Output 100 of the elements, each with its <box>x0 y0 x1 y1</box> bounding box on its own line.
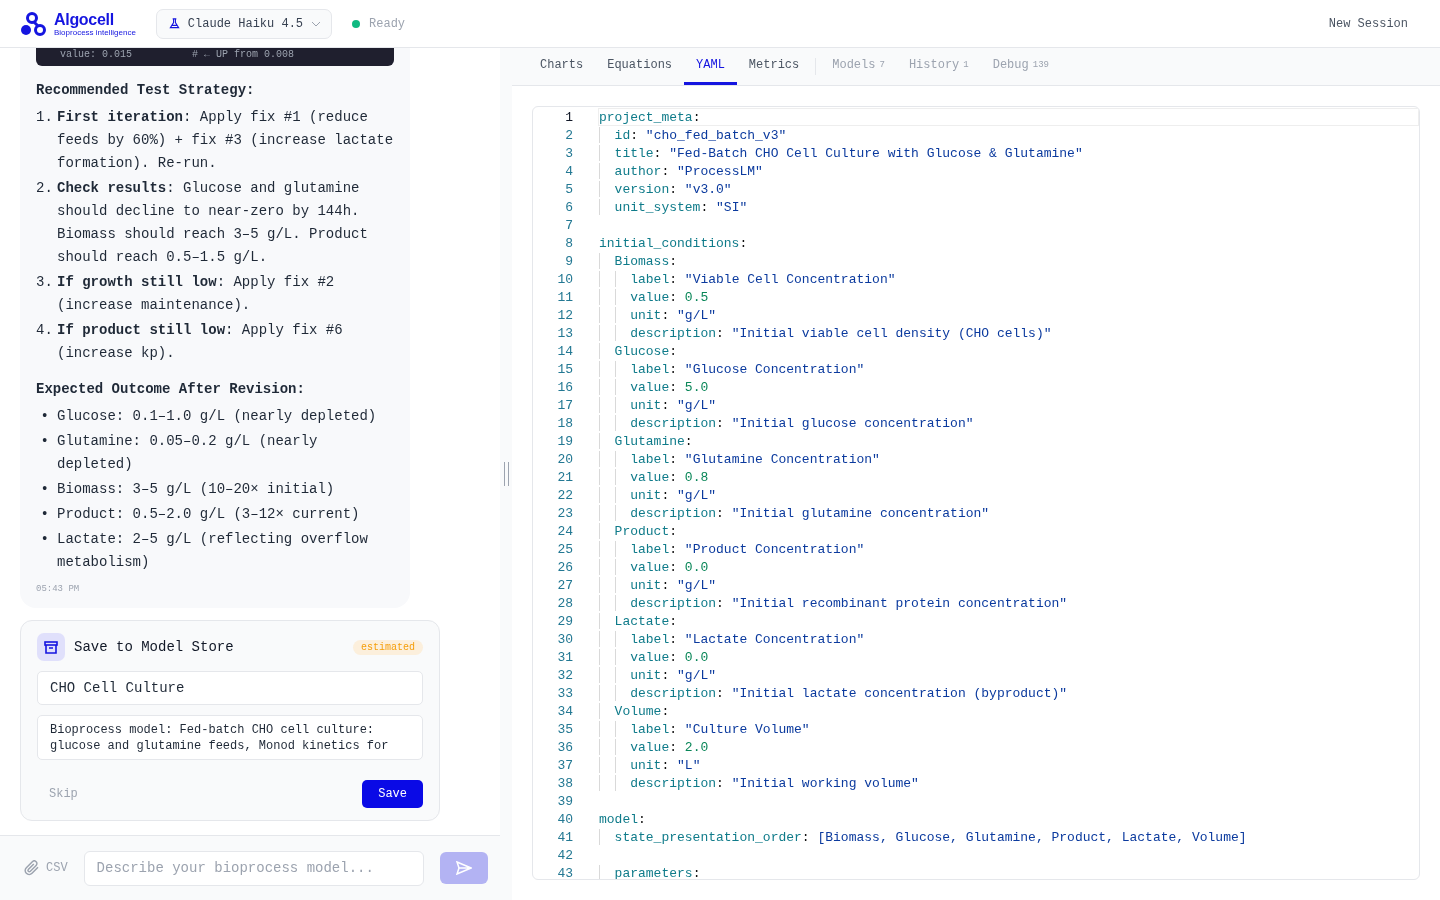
line-number: 11 <box>556 289 573 305</box>
new-session-button[interactable]: New Session <box>1316 12 1420 35</box>
line-number: 39 <box>556 793 573 809</box>
line-number: 12 <box>556 307 573 323</box>
line-number: 2 <box>564 127 573 143</box>
tab[interactable]: YAML <box>684 48 737 85</box>
line-number: 23 <box>556 505 573 521</box>
send-icon <box>456 861 472 875</box>
yaml-line: unit: "L" <box>629 757 701 773</box>
yaml-line: Biomass: <box>613 253 678 269</box>
yaml-line: unit: "g/L" <box>629 577 717 593</box>
line-number: 18 <box>556 415 573 431</box>
line-number: 17 <box>556 397 573 413</box>
card-title: Save to Model Store <box>74 639 234 655</box>
drag-handle[interactable] <box>503 462 509 486</box>
list-marker: • <box>39 530 49 549</box>
list-marker: 4. <box>36 321 49 340</box>
status-label: Ready <box>369 16 406 31</box>
description-field[interactable]: Bioprocess model: Fed-batch CHO cell culture: glucose and glutamine feeds, Monod kinetics for <box>37 715 423 760</box>
line-number: 25 <box>556 541 573 557</box>
line-number: 13 <box>556 325 573 341</box>
yaml-line: description: "Initial glutamine concentration" <box>629 505 990 521</box>
flask-icon <box>168 18 180 29</box>
list-item-text: If growth still low: Apply fix #2 (increase maintenance). <box>57 273 336 315</box>
yaml-line: value: 0.0 <box>629 559 709 575</box>
list-item-text: Glutamine: 0.05–0.2 g/L (nearly depleted) <box>57 432 319 474</box>
yaml-line: description: "Initial viable cell density (CHO cells)" <box>629 325 1052 341</box>
yaml-line: parameters: <box>613 865 701 879</box>
line-number: 28 <box>556 595 573 611</box>
list-item-text: Check results: Glucose and glutamine should decline to near-zero by 144h. Biomass should reach 3–5 g/L. Product should reach 0.5–1.5 g/L. <box>57 179 369 267</box>
line-number: 20 <box>556 451 573 467</box>
line-number: 36 <box>556 739 573 755</box>
line-number: 35 <box>556 721 573 737</box>
yaml-line: Volume: <box>613 703 670 719</box>
yaml-line: label: "Viable Cell Concentration" <box>629 271 896 287</box>
model-name-field[interactable]: CHO Cell Culture <box>37 671 423 705</box>
tab[interactable]: Metrics <box>736 48 812 85</box>
section-heading: Recommended Test Strategy: <box>36 81 256 100</box>
line-number: 7 <box>564 217 573 233</box>
list-marker: • <box>39 432 49 451</box>
line-number: 3 <box>564 145 573 161</box>
line-number: 4 <box>564 163 573 179</box>
yaml-line: project_meta: <box>599 109 701 125</box>
yaml-line: unit_system: "SI" <box>613 199 748 215</box>
list-item-text: Glucose: 0.1–1.0 g/L (nearly depleted) <box>57 407 378 426</box>
yaml-line: state_presentation_order: [Biomass, Glucose, Glutamine, Product, Lactate, Volume] <box>613 829 1247 845</box>
list-marker: • <box>39 480 49 499</box>
yaml-line: label: "Glutamine Concentration" <box>629 451 880 467</box>
list-marker: 1. <box>36 108 49 127</box>
yaml-line: description: "Initial lactate concentration (byproduct)" <box>629 685 1068 701</box>
yaml-line: unit: "g/L" <box>629 667 717 683</box>
line-number: 6 <box>564 199 573 215</box>
line-number: 30 <box>556 631 573 647</box>
line-number: 33 <box>556 685 573 701</box>
line-number: 40 <box>556 811 573 827</box>
yaml-line: Product: <box>613 523 678 539</box>
estimated-badge: estimated <box>353 639 423 655</box>
yaml-line: description: "Initial glucose concentration" <box>629 415 974 431</box>
yaml-line: description: "Initial recombinant protein concentration" <box>629 595 1068 611</box>
yaml-line: Glucose: <box>613 343 678 359</box>
line-number: 43 <box>556 865 573 879</box>
model-selector[interactable]: Claude Haiku 4.5 <box>155 8 333 39</box>
chevron-down-icon <box>311 20 322 27</box>
line-number: 14 <box>556 343 573 359</box>
yaml-line: value: 0.0 <box>629 649 709 665</box>
yaml-line: value: 0.5 <box>629 289 709 305</box>
yaml-line: value: 5.0 <box>629 379 709 395</box>
line-number: 10 <box>556 271 573 287</box>
save-button[interactable]: Save <box>362 780 423 808</box>
code-text: value: 0.015 <box>60 48 132 62</box>
list-item-text: Lactate: 2–5 g/L (reflecting overflow metabolism) <box>57 530 369 572</box>
yaml-line: version: "v3.0" <box>613 181 732 197</box>
yaml-editor[interactable] <box>532 106 1420 880</box>
message-time: 05:43 PM <box>36 584 81 594</box>
brand-name: Algocell <box>54 10 115 28</box>
list-marker: 2. <box>36 179 49 198</box>
line-number: 37 <box>556 757 573 773</box>
line-number: 21 <box>556 469 573 485</box>
yaml-line: Glutamine: <box>613 433 693 449</box>
line-number: 41 <box>556 829 573 845</box>
yaml-line: title: "Fed-Batch CHO Cell Culture with Glucose & Glutamine" <box>613 145 1083 161</box>
line-number: 34 <box>556 703 573 719</box>
line-number: 19 <box>556 433 573 449</box>
yaml-line: description: "Initial working volume" <box>629 775 919 791</box>
tab[interactable]: Charts <box>528 48 596 85</box>
line-number: 9 <box>564 253 573 269</box>
line-number: 1 <box>564 109 573 125</box>
list-marker: • <box>39 505 49 524</box>
archive-icon <box>37 633 65 661</box>
code-comment: # ← UP from 0.008 <box>192 48 295 62</box>
line-number: 42 <box>556 847 573 863</box>
yaml-line: unit: "g/L" <box>629 397 717 413</box>
line-number: 29 <box>556 613 573 629</box>
message-input[interactable]: Describe your bioprocess model... <box>83 850 424 886</box>
line-number: 24 <box>556 523 573 539</box>
brand-tagline: Bioprocess intelligence <box>54 27 136 37</box>
tab[interactable]: Equations <box>595 48 685 85</box>
line-number: 16 <box>556 379 573 395</box>
line-number: 38 <box>556 775 573 791</box>
yaml-line: author: "ProcessLM" <box>613 163 763 179</box>
